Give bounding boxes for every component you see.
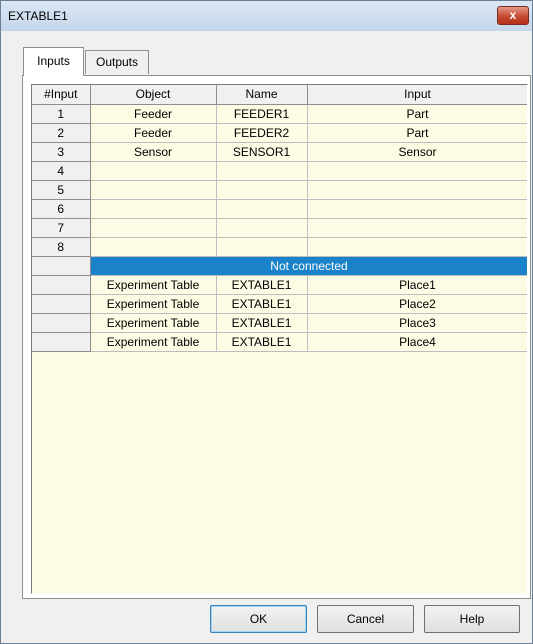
row-number[interactable]: 4 bbox=[32, 161, 91, 181]
cancel-button[interactable]: Cancel bbox=[317, 605, 414, 633]
row-number[interactable] bbox=[32, 256, 91, 276]
row-number[interactable] bbox=[32, 332, 91, 352]
table-header-row: #Input Object Name Input bbox=[32, 85, 527, 105]
table-row[interactable]: 1 Feeder FEEDER1 Part bbox=[32, 104, 527, 124]
table-row[interactable]: 7 bbox=[32, 218, 527, 238]
input-cell[interactable]: Part bbox=[307, 104, 527, 124]
window-title: EXTABLE1 bbox=[8, 9, 68, 23]
name-cell[interactable] bbox=[216, 199, 308, 219]
table-row[interactable]: 2 Feeder FEEDER2 Part bbox=[32, 123, 527, 143]
object-cell[interactable] bbox=[90, 218, 217, 238]
row-number[interactable] bbox=[32, 294, 91, 314]
name-cell[interactable]: FEEDER2 bbox=[216, 123, 308, 143]
name-cell[interactable]: EXTABLE1 bbox=[216, 275, 308, 295]
object-cell[interactable] bbox=[90, 180, 217, 200]
help-button[interactable]: Help bbox=[424, 605, 520, 633]
input-cell[interactable] bbox=[307, 161, 527, 181]
input-cell[interactable] bbox=[307, 218, 527, 238]
input-cell[interactable] bbox=[307, 237, 527, 257]
name-cell[interactable] bbox=[216, 237, 308, 257]
column-header-object[interactable]: Object bbox=[90, 85, 217, 105]
object-cell[interactable]: Sensor bbox=[90, 142, 217, 162]
row-number[interactable]: 7 bbox=[32, 218, 91, 238]
name-cell[interactable]: SENSOR1 bbox=[216, 142, 308, 162]
column-header-name[interactable]: Name bbox=[216, 85, 308, 105]
object-cell[interactable]: Feeder bbox=[90, 104, 217, 124]
name-cell[interactable]: EXTABLE1 bbox=[216, 313, 308, 333]
tab-outputs[interactable]: Outputs bbox=[85, 50, 149, 74]
object-cell[interactable]: Feeder bbox=[90, 123, 217, 143]
table-row[interactable]: Experiment Table EXTABLE1 Place2 bbox=[32, 294, 527, 314]
object-cell[interactable]: Experiment Table bbox=[90, 294, 217, 314]
input-cell[interactable]: Place3 bbox=[307, 313, 527, 333]
table-row[interactable]: 8 bbox=[32, 237, 527, 257]
column-header-input[interactable]: Input bbox=[307, 85, 527, 105]
input-cell[interactable] bbox=[307, 180, 527, 200]
row-number[interactable]: 1 bbox=[32, 104, 91, 124]
row-number[interactable] bbox=[32, 313, 91, 333]
close-button[interactable]: x bbox=[497, 6, 529, 25]
row-number[interactable] bbox=[32, 275, 91, 295]
object-cell[interactable] bbox=[90, 237, 217, 257]
not-connected-label[interactable]: Not connected bbox=[90, 256, 527, 276]
tab-inputs[interactable]: Inputs bbox=[23, 47, 84, 76]
extable-dialog: EXTABLE1 x Inputs Outputs #Input Object … bbox=[0, 0, 533, 644]
title-bar: EXTABLE1 x bbox=[1, 1, 532, 31]
name-cell[interactable]: EXTABLE1 bbox=[216, 332, 308, 352]
name-cell[interactable] bbox=[216, 218, 308, 238]
name-cell[interactable] bbox=[216, 180, 308, 200]
input-cell[interactable] bbox=[307, 199, 527, 219]
input-cell[interactable]: Place1 bbox=[307, 275, 527, 295]
inputs-table: #Input Object Name Input 1 Feeder FEEDER… bbox=[32, 85, 527, 352]
ok-button[interactable]: OK bbox=[210, 605, 307, 633]
object-cell[interactable]: Experiment Table bbox=[90, 313, 217, 333]
row-number[interactable]: 8 bbox=[32, 237, 91, 257]
name-cell[interactable] bbox=[216, 161, 308, 181]
table-row[interactable]: 3 Sensor SENSOR1 Sensor bbox=[32, 142, 527, 162]
object-cell[interactable] bbox=[90, 161, 217, 181]
close-icon: x bbox=[509, 8, 517, 22]
object-cell[interactable] bbox=[90, 199, 217, 219]
object-cell[interactable]: Experiment Table bbox=[90, 332, 217, 352]
tab-panel-inputs: #Input Object Name Input 1 Feeder FEEDER… bbox=[22, 75, 531, 599]
input-cell[interactable]: Part bbox=[307, 123, 527, 143]
inputs-grid[interactable]: #Input Object Name Input 1 Feeder FEEDER… bbox=[31, 84, 528, 594]
name-cell[interactable]: EXTABLE1 bbox=[216, 294, 308, 314]
table-row[interactable]: 6 bbox=[32, 199, 527, 219]
input-cell[interactable]: Place2 bbox=[307, 294, 527, 314]
table-row[interactable]: 4 bbox=[32, 161, 527, 181]
not-connected-separator-row[interactable]: Not connected bbox=[32, 256, 527, 276]
input-cell[interactable]: Place4 bbox=[307, 332, 527, 352]
name-cell[interactable]: FEEDER1 bbox=[216, 104, 308, 124]
column-header-input-number[interactable]: #Input bbox=[32, 85, 91, 105]
row-number[interactable]: 3 bbox=[32, 142, 91, 162]
table-row[interactable]: Experiment Table EXTABLE1 Place3 bbox=[32, 313, 527, 333]
table-row[interactable]: 5 bbox=[32, 180, 527, 200]
row-number[interactable]: 2 bbox=[32, 123, 91, 143]
table-row[interactable]: Experiment Table EXTABLE1 Place1 bbox=[32, 275, 527, 295]
table-row[interactable]: Experiment Table EXTABLE1 Place4 bbox=[32, 332, 527, 352]
input-cell[interactable]: Sensor bbox=[307, 142, 527, 162]
row-number[interactable]: 6 bbox=[32, 199, 91, 219]
object-cell[interactable]: Experiment Table bbox=[90, 275, 217, 295]
row-number[interactable]: 5 bbox=[32, 180, 91, 200]
